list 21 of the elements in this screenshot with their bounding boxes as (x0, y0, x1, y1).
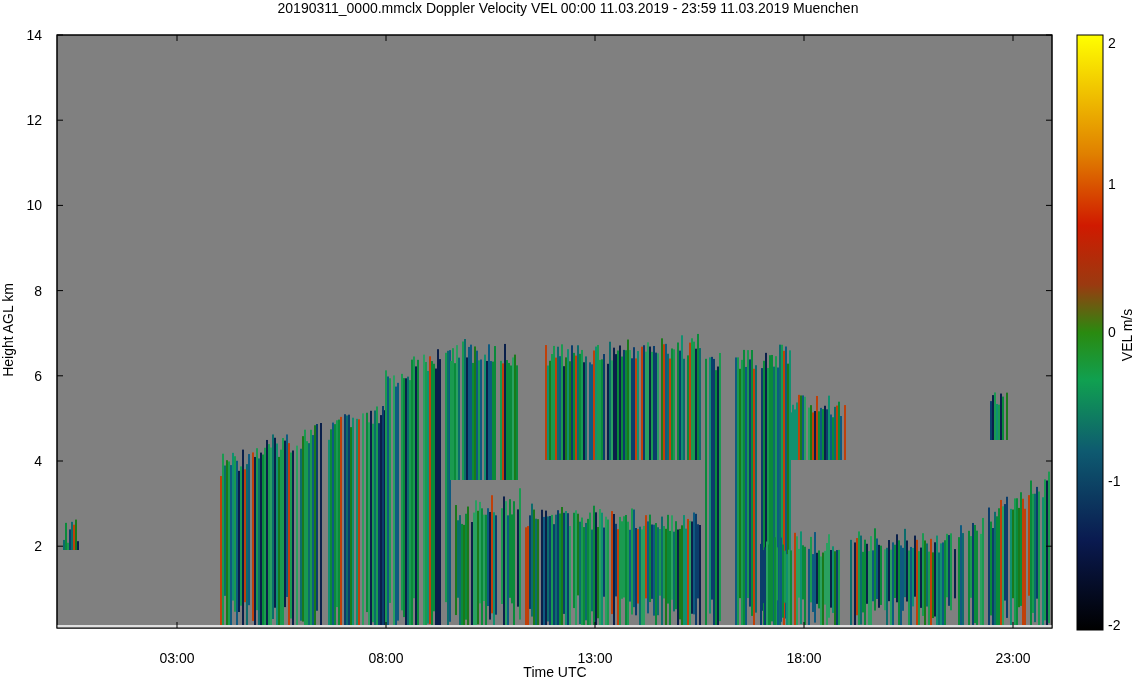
x-tick-label: 18:00 (786, 650, 822, 666)
y-tick-label: 8 (34, 282, 42, 299)
x-tick-label: 13:00 (577, 650, 613, 666)
colorbar-label: VEL m/s (1119, 308, 1135, 362)
colorbar-tick-label: 0 (1108, 324, 1116, 341)
y-tick-label: 2 (34, 538, 42, 555)
colorbar-tick-label: 1 (1108, 175, 1116, 192)
y-tick-label: 12 (26, 112, 42, 129)
y-tick-label: 10 (26, 197, 42, 214)
colorbar-tick-label: -1 (1108, 473, 1121, 490)
x-tick-label: 23:00 (995, 650, 1031, 666)
x-tick-label: 08:00 (368, 650, 404, 666)
y-axis-label: Height AGL km (0, 283, 16, 377)
y-tick-label: 14 (26, 27, 42, 43)
colorbar-tick-label: 2 (1108, 35, 1116, 51)
x-axis-label: Time UTC (523, 664, 587, 678)
chart-title: 20190311_0000.mmclx Doppler Velocity VEL 00:00 11.03.2019 - 23:59 11.03.2019 Muenchen (277, 0, 859, 16)
x-tick-label: 03:00 (159, 650, 195, 666)
colorbar-tick-label: -2 (1108, 617, 1121, 633)
y-tick-label: 4 (34, 453, 42, 469)
y-tick-label: 6 (34, 367, 42, 384)
